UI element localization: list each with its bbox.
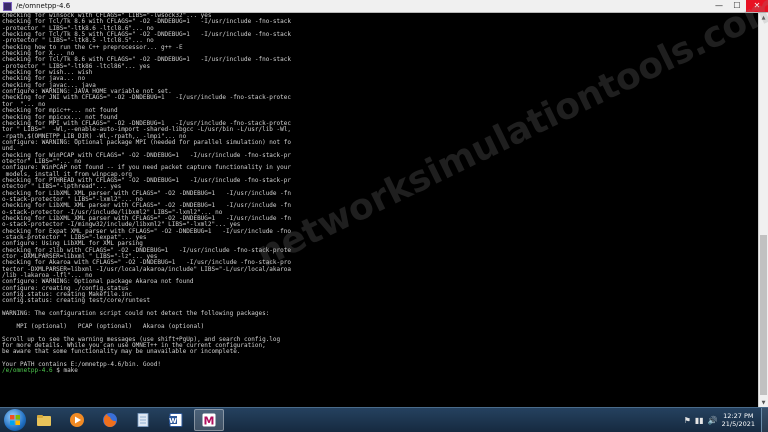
- media-player-icon: [70, 413, 84, 427]
- omnetpp-window-icon: [3, 1, 12, 11]
- clock-date: 21/5/2021: [721, 420, 755, 428]
- clock-time: 12:27 PM: [723, 412, 754, 420]
- show-desktop-button[interactable]: [761, 408, 768, 432]
- start-button[interactable]: [4, 409, 26, 431]
- window-controls: — ☐ ✕: [710, 0, 768, 12]
- scroll-up-arrow-icon[interactable]: ▲: [759, 13, 768, 22]
- word-icon: W: [169, 413, 183, 427]
- notepad-icon: [137, 413, 149, 427]
- minimize-button[interactable]: —: [710, 0, 728, 12]
- omnetpp-icon: M: [202, 413, 216, 428]
- terminal-output[interactable]: checking for winsock with CFLAGS=" LIBS=…: [0, 13, 758, 407]
- terminal-scrollbar[interactable]: ▲ ▼: [758, 13, 768, 407]
- terminal-prompt-line[interactable]: /e/omnetpp-4.6 $ make: [0, 368, 758, 374]
- taskbar-media-player[interactable]: [62, 409, 92, 431]
- volume-icon[interactable]: 🔊: [708, 416, 718, 425]
- maximize-button[interactable]: ☐: [728, 0, 746, 12]
- taskbar-firefox[interactable]: [95, 409, 125, 431]
- taskbar: W M ⚑ ▮▮ 🔊 12:27 PM 21/5/2021: [0, 407, 768, 432]
- close-button[interactable]: ✕: [746, 0, 768, 12]
- svg-text:W: W: [169, 417, 177, 425]
- svg-text:M: M: [204, 415, 215, 428]
- taskbar-word[interactable]: W: [161, 409, 191, 431]
- taskbar-file-explorer[interactable]: [29, 409, 59, 431]
- terminal-text: checking for winsock with CFLAGS=" LIBS=…: [2, 13, 291, 368]
- scrollbar-thumb[interactable]: [760, 235, 767, 395]
- taskbar-clock[interactable]: 12:27 PM 21/5/2021: [722, 412, 755, 428]
- taskbar-omnetpp[interactable]: M: [194, 409, 224, 431]
- firefox-icon: [103, 413, 117, 427]
- prompt-path: /e/omnetpp-4.6: [2, 367, 53, 375]
- windows-logo-icon: [10, 415, 20, 425]
- folder-icon: [37, 415, 51, 426]
- system-tray: ⚑ ▮▮ 🔊 12:27 PM 21/5/2021: [684, 408, 768, 432]
- window-title-bar[interactable]: /e/omnetpp-4.6 — ☐ ✕: [0, 0, 768, 13]
- window-title: /e/omnetpp-4.6: [16, 2, 71, 10]
- prompt-symbol: $: [56, 367, 60, 375]
- prompt-command: make: [63, 367, 78, 375]
- scroll-down-arrow-icon[interactable]: ▼: [759, 398, 768, 407]
- network-icon[interactable]: ▮▮: [695, 416, 704, 425]
- taskbar-notepad[interactable]: [128, 409, 158, 431]
- action-center-flag-icon[interactable]: ⚑: [684, 416, 691, 425]
